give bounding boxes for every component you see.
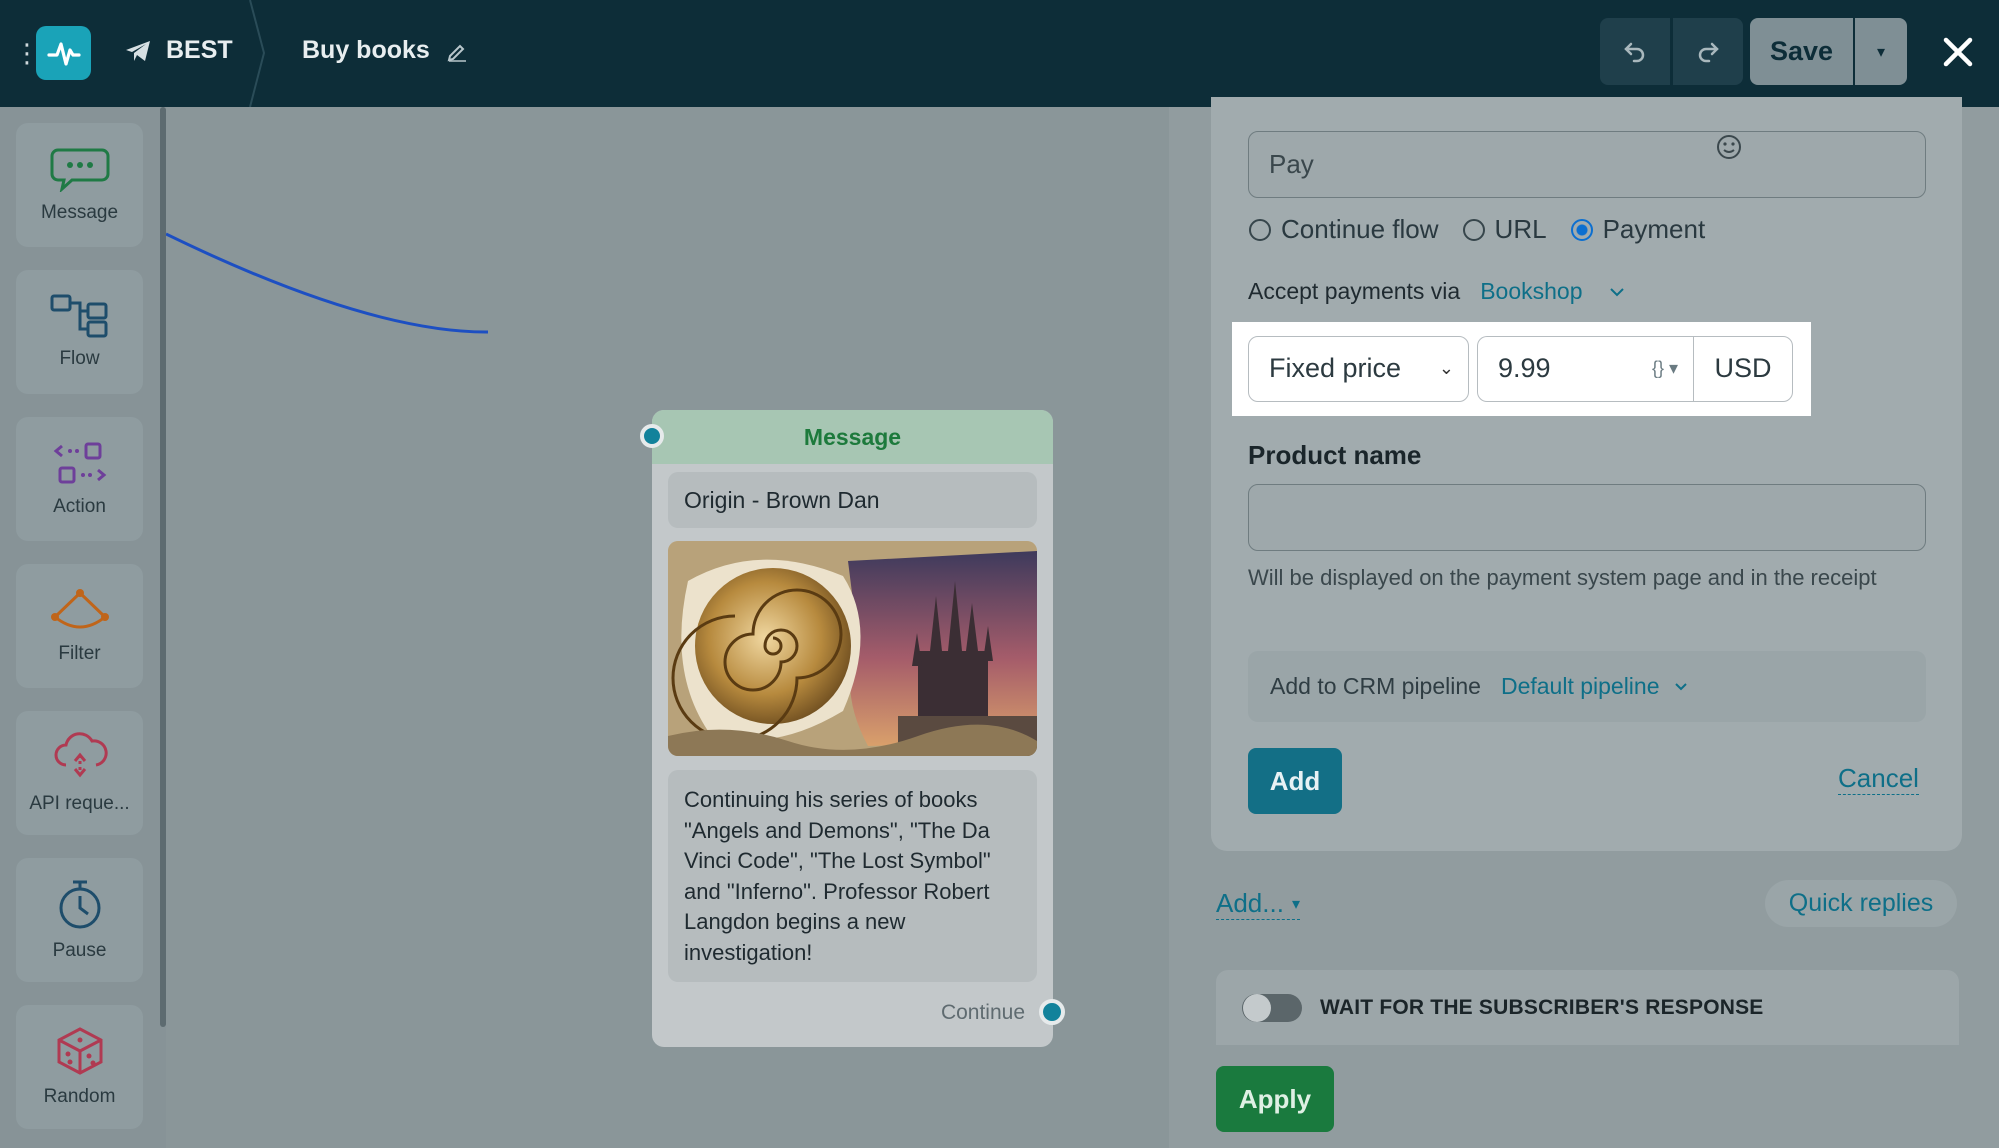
add-button[interactable]: Add [1248, 748, 1342, 814]
channel-selector[interactable]: BEST [124, 36, 233, 65]
radio-continue-flow[interactable]: Continue flow [1249, 214, 1439, 245]
product-name-help: Will be displayed on the payment system … [1248, 565, 1877, 590]
radio-dot-selected [1570, 218, 1593, 241]
emoji-icon[interactable] [1715, 133, 1743, 161]
crm-pipeline-dropdown[interactable]: Default pipeline [1501, 673, 1688, 700]
channel-name: BEST [166, 36, 233, 64]
cancel-link[interactable]: Cancel [1838, 763, 1919, 795]
caret-down-icon: ▾ [1876, 43, 1886, 61]
radio-label: Continue flow [1281, 214, 1439, 244]
payment-provider-value: Bookshop [1480, 278, 1583, 304]
node-input-port[interactable] [640, 424, 664, 448]
apply-button[interactable]: Apply [1216, 1066, 1334, 1132]
crm-pipeline-value: Default pipeline [1500, 673, 1660, 699]
save-button[interactable]: Save [1750, 18, 1853, 85]
node-title: Origin - Brown Dan [668, 472, 1037, 528]
close-button[interactable] [1936, 30, 1980, 74]
price-input[interactable]: 9.99 {} ▾ [1477, 336, 1694, 402]
chevron-down-icon: ⌄ [1438, 358, 1454, 378]
wait-response-label: WAIT FOR THE SUBSCRIBER'S RESPONSE [1320, 995, 1764, 1019]
palette-item-label: Action [53, 496, 106, 517]
flow-icon [50, 294, 107, 338]
palette-item-random[interactable]: Random [16, 1005, 143, 1129]
palette-item-label: API reque... [29, 793, 130, 814]
continue-label: Continue [940, 1001, 1025, 1024]
palette-item-action[interactable]: Action [16, 417, 143, 541]
redo-icon [1698, 42, 1719, 62]
breadcrumb-separator [249, 0, 266, 107]
button-type-radio-group: Continue flow URL Payment [1249, 214, 1705, 245]
app-logo[interactable] [36, 26, 91, 80]
palette-item-label: Random [43, 1086, 116, 1107]
radio-dot [1462, 218, 1485, 241]
save-options-button[interactable]: ▾ [1855, 18, 1907, 85]
palette-item-label: Filter [58, 643, 101, 664]
close-icon [1943, 37, 1973, 67]
radio-payment[interactable]: Payment [1570, 214, 1706, 245]
product-name-input[interactable] [1248, 484, 1926, 551]
accept-payments-label: Accept payments via [1248, 278, 1461, 304]
chevron-down-icon [1674, 683, 1687, 691]
redo-button[interactable] [1673, 18, 1743, 85]
radio-label: Payment [1602, 214, 1706, 244]
edit-pencil-icon[interactable] [446, 40, 468, 62]
currency-label: USD [1693, 336, 1793, 402]
chevron-down-icon [1609, 287, 1624, 296]
crm-pipeline-row: Add to CRM pipeline Default pipeline [1248, 651, 1926, 722]
palette-item-api-request[interactable]: API reque... [16, 711, 143, 835]
wait-response-toggle[interactable] [1242, 993, 1302, 1022]
dice-icon [57, 1027, 102, 1075]
price-type-select[interactable]: Fixed price ⌄ [1248, 336, 1469, 402]
message-bubble-icon [50, 148, 109, 192]
quick-replies-button[interactable]: Quick replies [1765, 880, 1957, 927]
radio-dot [1249, 218, 1271, 241]
radio-label: URL [1494, 214, 1547, 244]
palette-item-pause[interactable]: Pause [16, 858, 143, 982]
palette-item-label: Pause [52, 940, 107, 961]
undo-icon [1624, 42, 1645, 62]
filter-icon [50, 589, 109, 629]
api-request-icon [54, 732, 108, 778]
undo-button[interactable] [1600, 18, 1670, 85]
action-icon [53, 442, 106, 484]
pulse-icon [46, 42, 81, 66]
top-bar: ⋮ BEST Buy books Save ▾ [0, 0, 1999, 107]
node-image [668, 541, 1037, 756]
wait-response-row: WAIT FOR THE SUBSCRIBER'S RESPONSE [1216, 970, 1959, 1045]
flow-title[interactable]: Buy books [302, 36, 468, 65]
radio-url[interactable]: URL [1462, 214, 1547, 245]
add-more-dropdown[interactable]: Add... ▾ [1216, 888, 1300, 920]
add-more-label: Add... [1216, 888, 1284, 918]
telegram-icon [126, 40, 150, 61]
palette-item-filter[interactable]: Filter [16, 564, 143, 688]
variable-insert-icon[interactable]: {} ▾ [1652, 337, 1678, 400]
node-text: Continuing his series of books "Angels a… [668, 770, 1037, 982]
palette-item-label: Message [40, 202, 119, 223]
flow-title-text: Buy books [302, 36, 430, 64]
node-output-port[interactable] [1039, 999, 1065, 1025]
crm-pipeline-label: Add to CRM pipeline [1270, 673, 1481, 699]
product-name-label: Product name [1248, 440, 1422, 470]
accept-payments-row: Accept payments via Bookshop [1248, 278, 1625, 305]
payment-provider-dropdown[interactable]: Bookshop [1480, 278, 1624, 305]
price-type-value: Fixed price [1269, 353, 1402, 383]
book-cover-image [668, 541, 1037, 756]
palette-item-flow[interactable]: Flow [16, 270, 143, 394]
node-header: Message [652, 410, 1053, 464]
button-editor-card [1211, 97, 1962, 851]
clock-icon [59, 880, 100, 929]
palette-item-label: Flow [59, 348, 100, 369]
flow-canvas[interactable]: Message Origin - Brown Dan Continuing hi… [166, 107, 1169, 1148]
message-node[interactable]: Message Origin - Brown Dan Continuing hi… [640, 410, 1065, 1047]
price-value: 9.99 [1498, 353, 1551, 383]
caret-down-icon: ▾ [1291, 895, 1300, 913]
palette-item-message[interactable]: Message [16, 123, 143, 247]
button-text-input[interactable]: Pay [1248, 131, 1926, 198]
